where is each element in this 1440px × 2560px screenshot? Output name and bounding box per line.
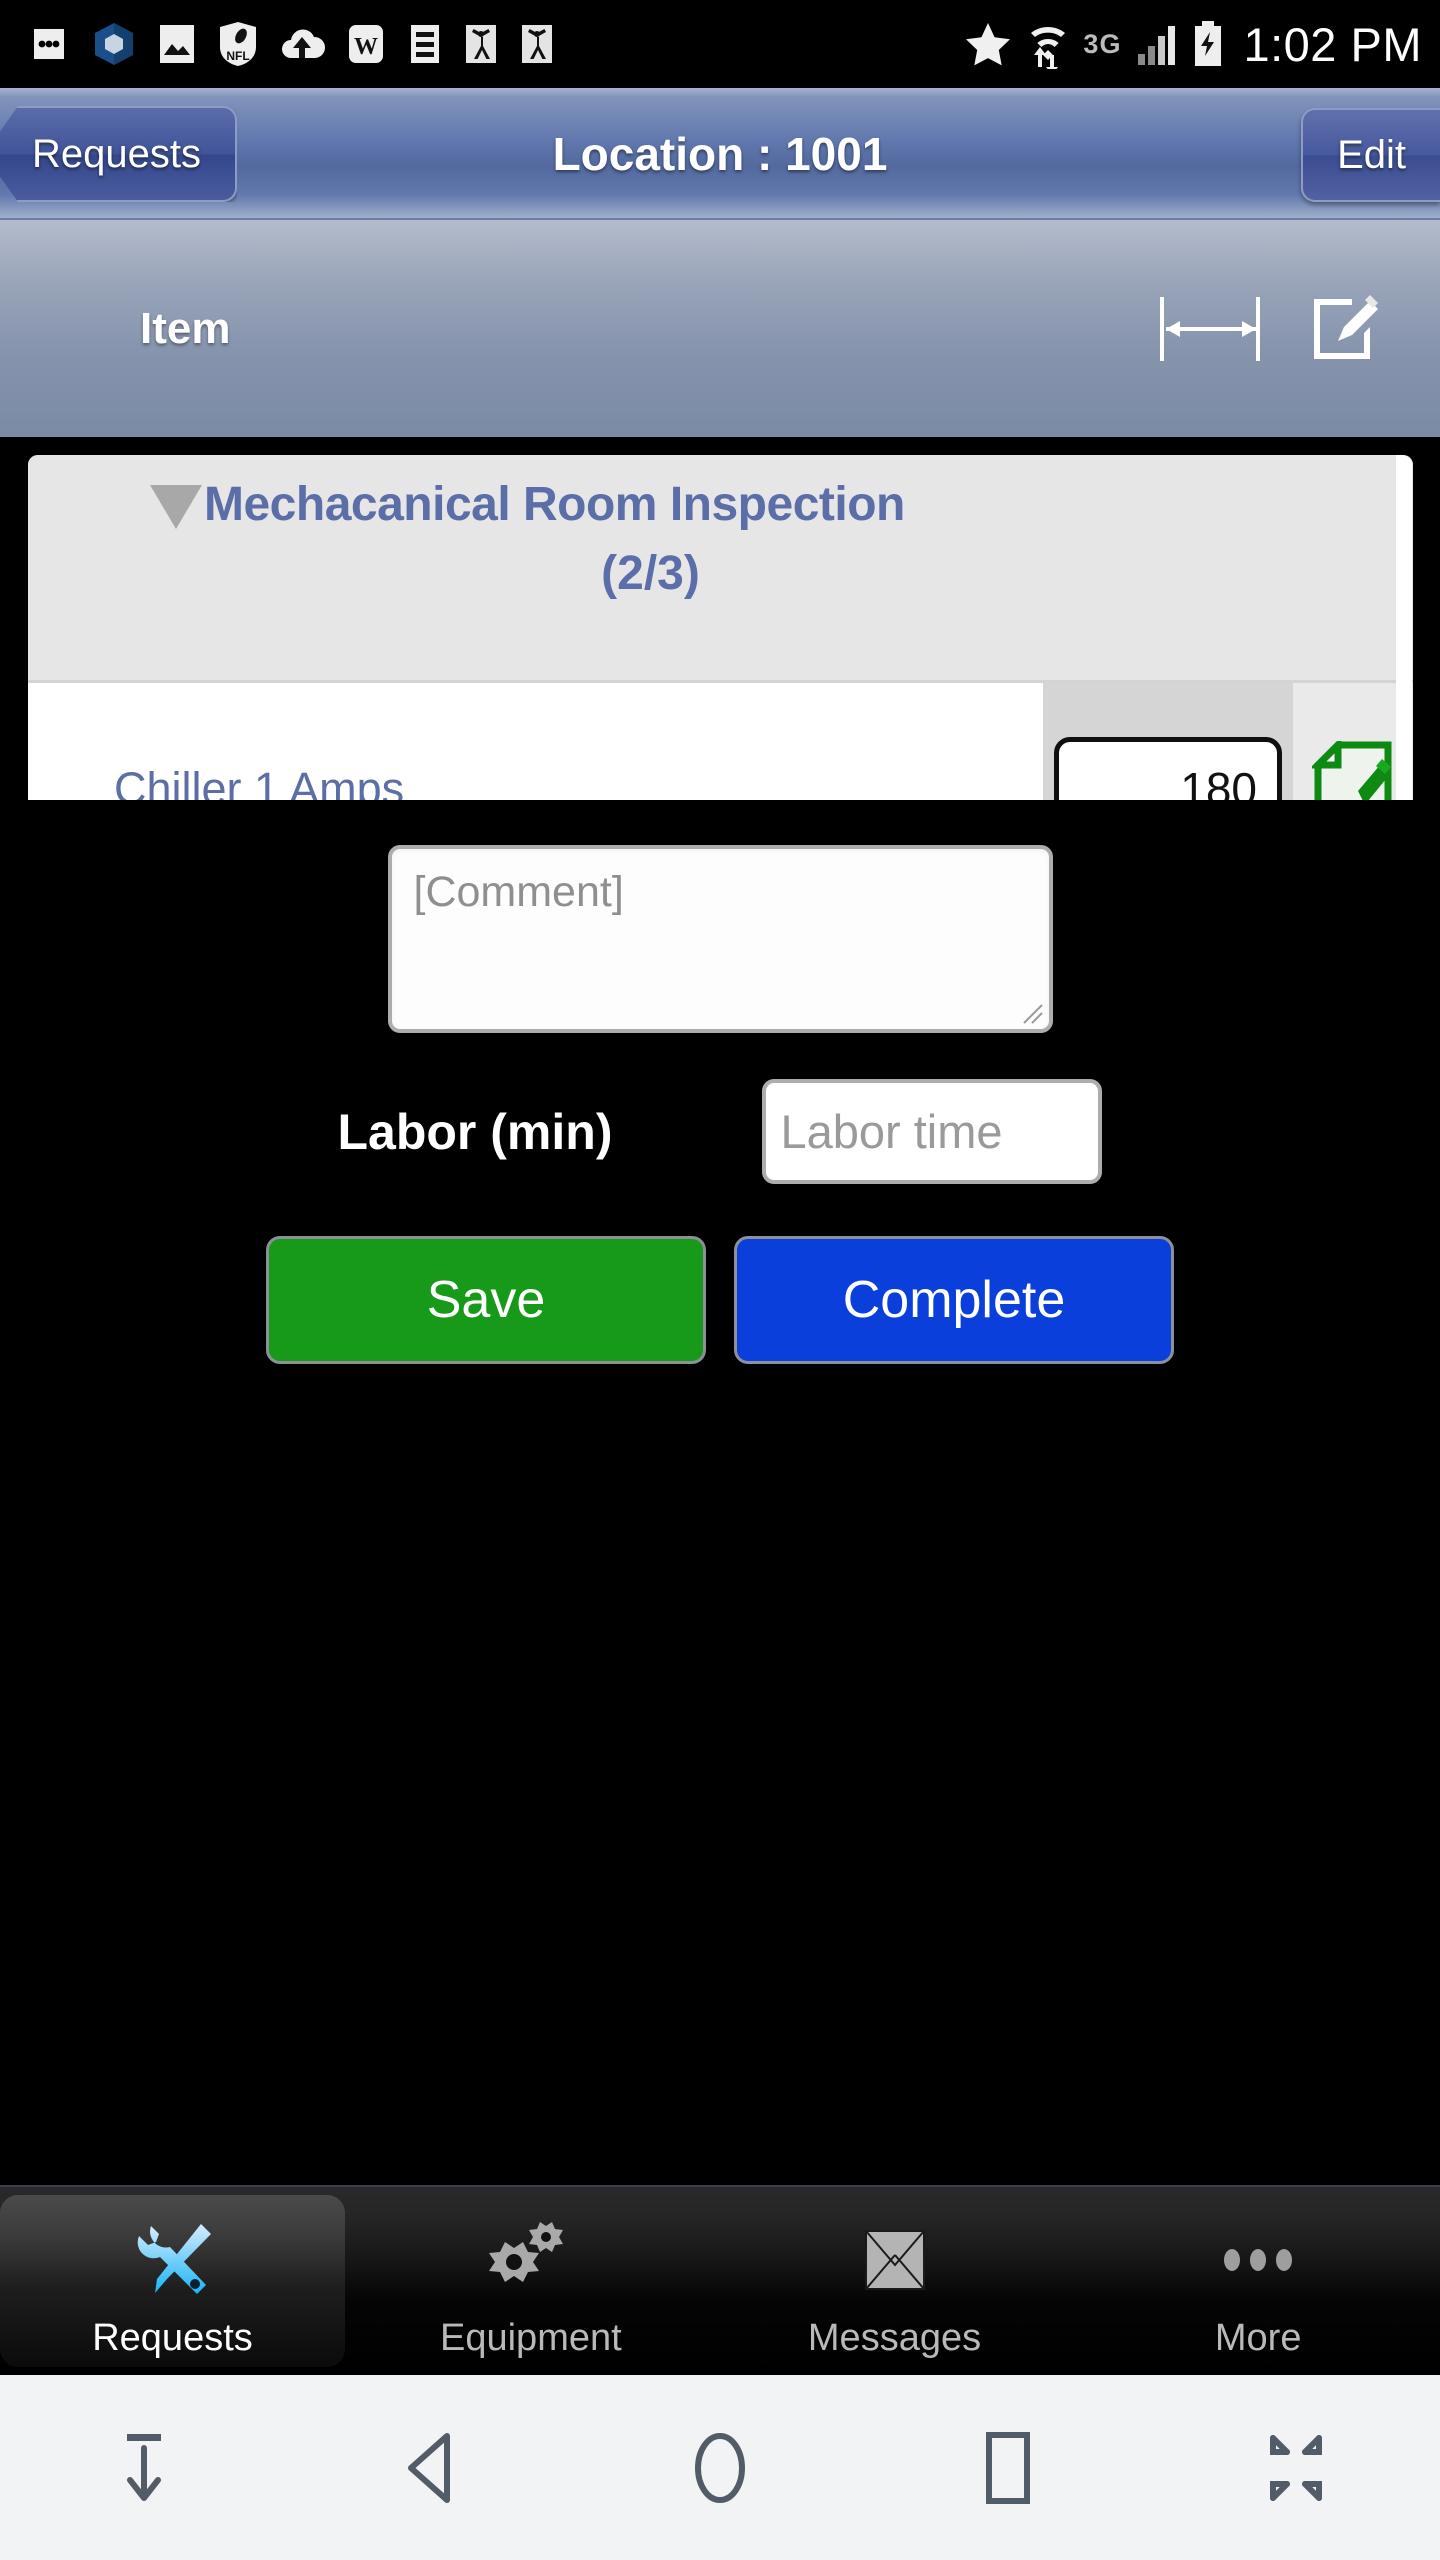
star-icon (966, 23, 1011, 66)
comment-textarea[interactable]: [Comment] (387, 845, 1053, 1033)
reading-input[interactable]: 180 (1054, 737, 1282, 800)
network-type-label: 3G (1083, 28, 1122, 59)
row-label: Chiller 1 Amps (28, 683, 1043, 800)
android-navigation-bar (0, 2375, 1440, 2560)
word-w-icon: W (349, 25, 383, 63)
tab-label: More (1214, 2316, 1302, 2359)
comment-wrapper: [Comment] (0, 800, 1440, 1033)
item-section-bar: Item (0, 220, 1440, 437)
nfl-shield-icon: NFL (220, 22, 256, 66)
svg-text:NFL: NFL (226, 49, 249, 63)
app-screen: NFL W 3G 1:02 PM Location : 1001 Request… (0, 0, 1440, 2560)
item-label: Item (140, 303, 231, 353)
tab-label: Equipment (440, 2316, 622, 2359)
edit-button[interactable]: Edit (1301, 108, 1440, 202)
item-bar-actions (1156, 289, 1410, 369)
labor-time-input[interactable]: Labor time (762, 1079, 1103, 1184)
tab-equipment[interactable]: Equipment (349, 2187, 713, 2375)
status-bar-left-icons: NFL W (26, 20, 963, 68)
note-filled-icon[interactable] (1312, 741, 1394, 800)
inspection-group-title-row: Mechacanical Room Inspection (28, 477, 1413, 532)
table-row[interactable]: Chiller 1 Amps 180 (28, 680, 1413, 800)
wifi-transfer-icon (1031, 27, 1066, 69)
signal-bars-icon (1138, 26, 1176, 65)
status-bar: NFL W 3G 1:02 PM (0, 0, 1440, 88)
action-buttons: Save Complete (0, 1184, 1440, 1364)
tools-icon (125, 2209, 221, 2311)
tab-more[interactable]: More (1076, 2187, 1440, 2375)
inspection-group-header[interactable]: Mechacanical Room Inspection (2/3) (28, 455, 1413, 680)
envelope-icon (852, 2209, 938, 2311)
tab-messages[interactable]: Messages (713, 2187, 1077, 2375)
shrink-screen-icon[interactable] (1152, 2420, 1440, 2516)
table-scroll-edge (1396, 455, 1412, 800)
battery-charging-icon (1195, 21, 1222, 66)
cloud-upload-icon (282, 29, 326, 58)
document-list-icon (411, 25, 439, 63)
measure-width-icon[interactable] (1156, 289, 1266, 369)
gears-icon (483, 2209, 579, 2311)
row-note-cell[interactable] (1293, 683, 1413, 800)
hide-keyboard-icon[interactable] (0, 2420, 288, 2516)
inspection-table: Mechacanical Room Inspection (2/3) Chill… (28, 455, 1413, 800)
inspection-group-count: (2/3) (601, 547, 700, 600)
back-icon[interactable] (288, 2420, 576, 2516)
hexagon-badge-icon (95, 23, 133, 65)
navigation-bar: Location : 1001 Requests Edit (0, 88, 1440, 220)
save-button[interactable]: Save (266, 1236, 706, 1364)
row-value-cell: 180 (1043, 683, 1293, 800)
bottom-tab-bar: Requests Equipment Messages More (0, 2185, 1440, 2375)
svg-text:W: W (354, 34, 378, 60)
person-jump-icon (466, 25, 496, 63)
status-bar-right-icons: 3G 1:02 PM (963, 17, 1422, 72)
tab-label: Requests (92, 2316, 253, 2359)
home-icon[interactable] (576, 2420, 864, 2516)
tab-label: Messages (807, 2316, 982, 2359)
photo-icon (160, 25, 194, 63)
inspection-card: Mechacanical Room Inspection (2/3) Chill… (28, 455, 1413, 800)
recents-icon[interactable] (864, 2420, 1152, 2516)
labor-label: Labor (min) (337, 1103, 613, 1160)
more-dots-icon (34, 29, 64, 59)
edit-note-icon[interactable] (1306, 289, 1382, 369)
complete-button[interactable]: Complete (734, 1236, 1174, 1364)
labor-row: Labor (min) Labor time (0, 1033, 1440, 1184)
clock-label: 1:02 PM (1243, 17, 1422, 71)
inspection-group-title: Mechacanical Room Inspection (204, 478, 905, 531)
person-jump-icon-2 (522, 25, 552, 63)
tab-requests[interactable]: Requests (0, 2195, 345, 2367)
form-content: [Comment] Labor (min) Labor time Save Co… (0, 800, 1440, 2185)
back-button-requests[interactable]: Requests (0, 106, 237, 202)
ellipsis-icon (1210, 2209, 1306, 2311)
triangle-down-icon[interactable] (150, 485, 202, 529)
resize-grip-icon[interactable] (1018, 999, 1044, 1025)
